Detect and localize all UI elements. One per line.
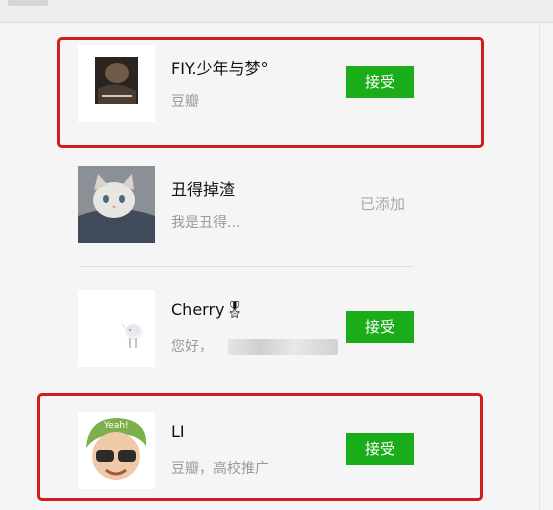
panel-border — [539, 22, 540, 510]
requester-name: LI — [171, 422, 185, 441]
album-cover-avatar[interactable] — [78, 45, 155, 122]
cartoon-avatar[interactable]: Yeah! — [78, 412, 155, 489]
request-message: 您好， — [171, 339, 213, 355]
cat-avatar[interactable] — [78, 166, 155, 243]
requester-name: Cherry🎖 — [171, 300, 245, 319]
lamb-avatar[interactable] — [78, 290, 155, 367]
accept-button[interactable]: 接受 — [346, 433, 414, 465]
blurred-message-text — [228, 339, 338, 355]
accept-button[interactable]: 接受 — [346, 66, 414, 98]
top-bar — [0, 0, 553, 23]
requester-name: 丑得掉渣 — [171, 180, 236, 199]
friend-request-item[interactable]: 丑得掉渣 我是丑得... 已添加 — [78, 166, 416, 246]
added-status: 已添加 — [360, 195, 406, 213]
requester-name: FIY.少年与梦° — [171, 59, 269, 78]
request-message: 豆瓣，高校推广 — [171, 461, 269, 477]
request-message: 豆瓣 — [171, 94, 199, 110]
friend-request-item[interactable]: Yeah! LI 豆瓣，高校推广 接受 — [78, 412, 416, 492]
friend-request-item[interactable]: Cherry🎖 您好， 接受 — [78, 290, 416, 370]
request-message: 我是丑得... — [171, 215, 241, 231]
list-divider — [80, 266, 414, 267]
top-bar-edge — [8, 0, 48, 6]
accept-button[interactable]: 接受 — [346, 311, 414, 343]
friend-request-item[interactable]: FIY.少年与梦° 豆瓣 接受 — [78, 45, 416, 125]
svg-text:Yeah!: Yeah! — [103, 421, 129, 431]
